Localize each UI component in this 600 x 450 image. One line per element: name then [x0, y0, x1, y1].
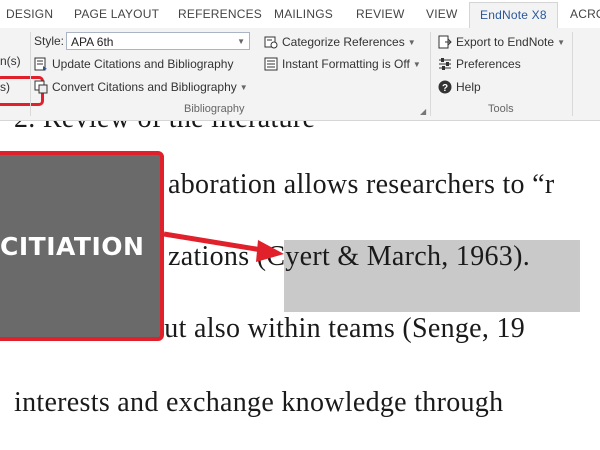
- callout-arrow: [163, 231, 284, 262]
- arrow-shaft: [163, 231, 263, 253]
- arrow-head: [256, 240, 284, 262]
